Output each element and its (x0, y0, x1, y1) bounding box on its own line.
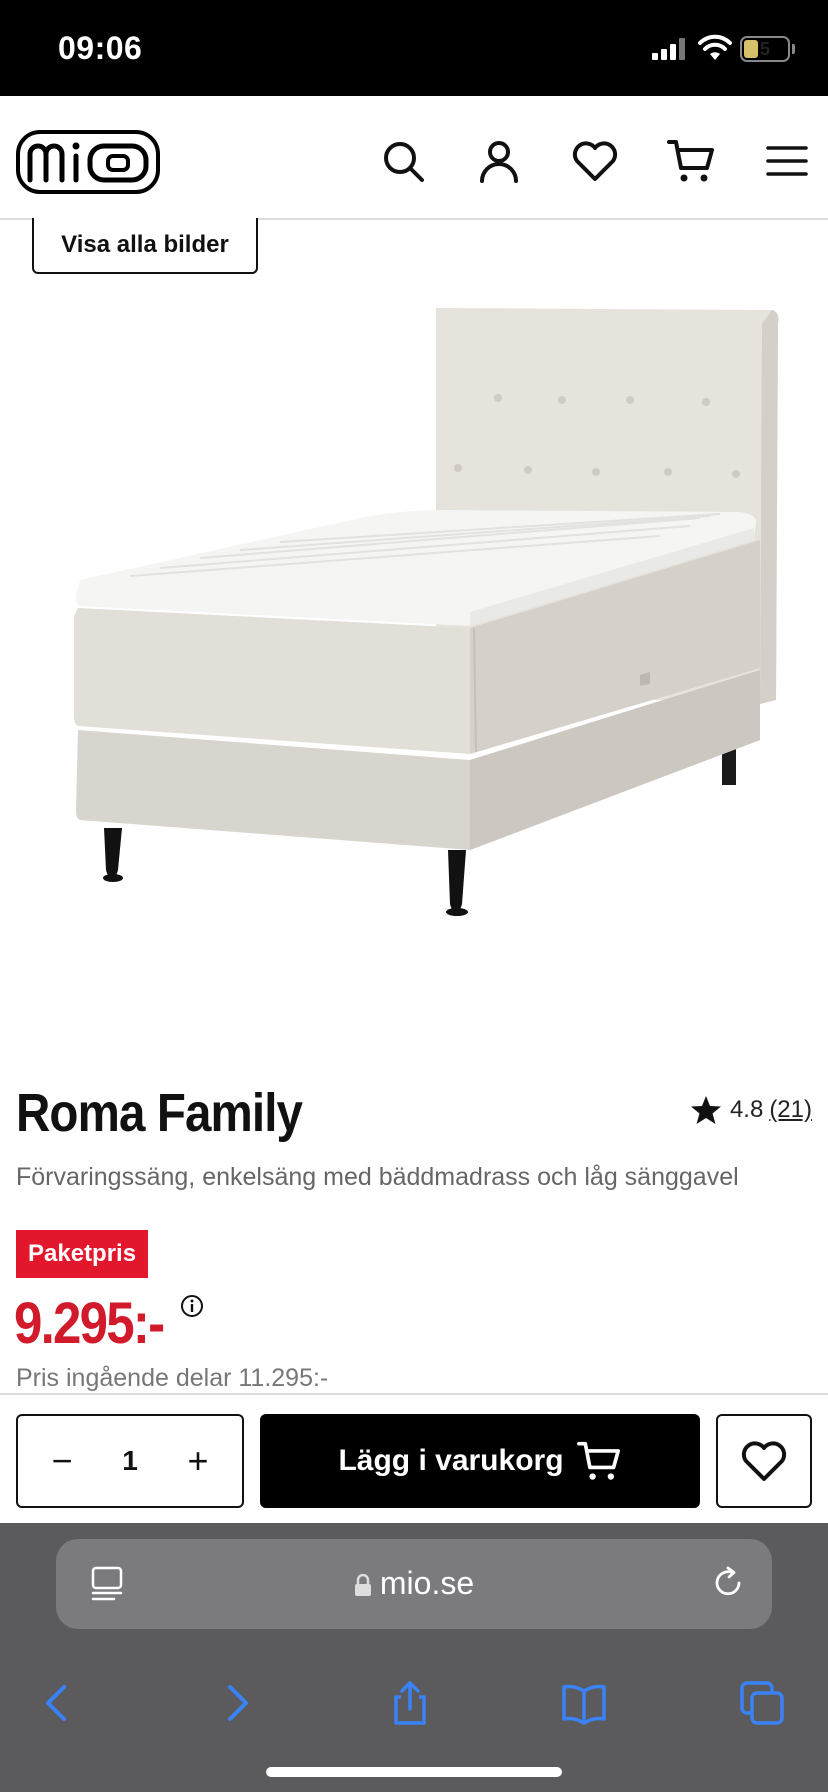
mio-logo[interactable] (16, 130, 160, 194)
battery-level: 5 (759, 39, 770, 59)
cart-icon (576, 1441, 620, 1480)
back-icon[interactable] (34, 1679, 82, 1727)
purchase-bar: − 1 + Lägg i varukorg (0, 1393, 828, 1523)
lock-icon (354, 1574, 371, 1596)
add-to-wishlist-button[interactable] (716, 1414, 812, 1508)
search-icon[interactable] (378, 136, 428, 186)
increase-quantity-button[interactable]: + (180, 1440, 216, 1481)
cart-icon[interactable] (666, 136, 716, 186)
product-price: 9.295:- (14, 1291, 165, 1356)
home-indicator (266, 1767, 562, 1777)
view-all-images-button[interactable]: Visa alla bilder (32, 218, 258, 274)
product-title: Roma Family (16, 1083, 303, 1143)
status-time: 09:06 (58, 30, 143, 66)
menu-icon[interactable] (762, 136, 812, 186)
star-icon (690, 1096, 721, 1124)
share-icon[interactable] (386, 1679, 434, 1727)
bookmarks-icon[interactable] (560, 1679, 608, 1727)
url-display[interactable]: mio.se (56, 1565, 772, 1602)
product-subtitle: Förvaringssäng, enkelsäng med bäddmadras… (16, 1163, 739, 1191)
heart-icon (741, 1441, 787, 1481)
wifi-icon (698, 34, 732, 60)
product-image[interactable] (0, 290, 828, 990)
browser-toolbar: mio.se (0, 1523, 828, 1792)
address-bar[interactable]: mio.se (56, 1539, 772, 1629)
decrease-quantity-button[interactable]: − (44, 1440, 80, 1481)
site-header (0, 96, 828, 220)
info-icon[interactable] (180, 1294, 204, 1318)
package-price-badge: Paketpris (16, 1230, 149, 1278)
review-count-link[interactable]: (21) (769, 1096, 812, 1124)
quantity-stepper: − 1 + (16, 1414, 244, 1508)
status-bar: 09:06 5 (0, 0, 828, 96)
tabs-icon[interactable] (738, 1679, 786, 1727)
user-icon[interactable] (474, 136, 524, 186)
quantity-value[interactable]: 1 (122, 1445, 138, 1477)
add-to-cart-label: Lägg i varukorg (338, 1444, 564, 1477)
url-text: mio.se (379, 1565, 475, 1601)
product-rating[interactable]: 4.8 (21) (690, 1094, 812, 1126)
original-price: Pris ingående delar 11.295:- (16, 1364, 329, 1392)
reload-icon[interactable] (710, 1565, 746, 1601)
battery-icon: 5 (740, 36, 790, 62)
forward-icon[interactable] (212, 1679, 260, 1727)
browser-nav (0, 1653, 828, 1753)
rating-value: 4.8 (729, 1096, 764, 1123)
add-to-cart-button[interactable]: Lägg i varukorg (260, 1414, 700, 1508)
cellular-signal-icon (652, 38, 685, 60)
heart-icon[interactable] (570, 136, 620, 186)
